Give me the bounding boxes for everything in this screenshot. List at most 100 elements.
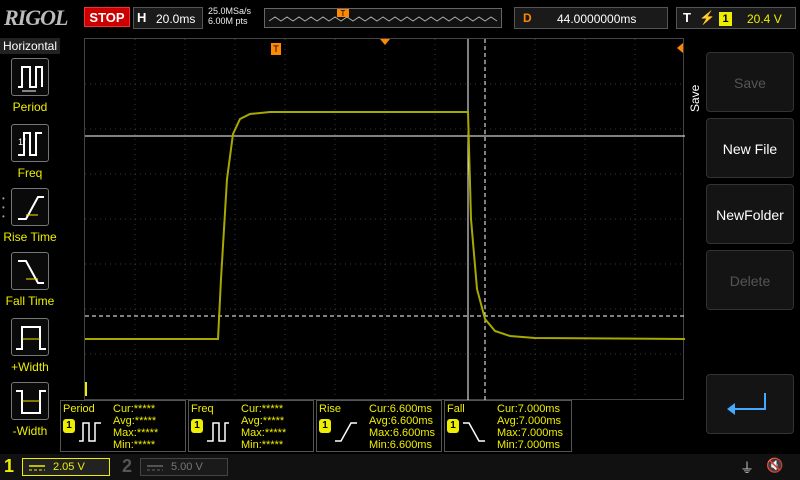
fall-time-icon: [463, 422, 485, 442]
delay-center-marker: [380, 39, 390, 45]
timebase-value: 20.0ms: [156, 12, 196, 26]
measurement-name: Rise: [319, 403, 342, 415]
measurement-stats: Cur:7.000ms Avg:7.000ms Max:7.000ms Min:…: [497, 403, 563, 451]
horizontal-label: H: [137, 10, 147, 25]
stat-min: Min:6.600ms: [369, 439, 432, 451]
stat-min: Min:7.000ms: [497, 439, 560, 451]
trigger-level: 20.4 V: [747, 12, 782, 26]
stat-max: Max:7.000ms: [497, 427, 564, 439]
stat-min: Min:*****: [241, 439, 284, 451]
sample-rate: 25.0MSa/s: [208, 6, 252, 16]
rise-time-icon: [335, 422, 357, 442]
channel-2-indicator[interactable]: 2 5.00 V: [118, 454, 230, 480]
rising-edge-icon: ⚡: [699, 10, 716, 25]
stat-max: Max:*****: [241, 427, 287, 439]
memory-depth: 6.00M pts: [208, 16, 248, 26]
measure-fall-time-button[interactable]: Fall Time: [0, 252, 60, 316]
dc-coupling-icon: [29, 465, 45, 471]
rise-time-icon: [11, 188, 49, 226]
period-icon: [11, 58, 49, 96]
svg-text:1/: 1/: [18, 137, 26, 147]
channel-2-number: 2: [122, 456, 133, 476]
channel-1-ground-marker: [85, 382, 87, 396]
stat-cur: Cur:*****: [241, 403, 284, 415]
speaker-muted-icon[interactable]: 🔇: [766, 457, 783, 474]
waveform-display[interactable]: T: [84, 38, 685, 401]
measurement-channel-badge: 1: [447, 419, 459, 433]
measure-pos-width-button[interactable]: +Width: [0, 318, 60, 382]
save-button[interactable]: Save: [706, 52, 794, 112]
channel-2-scale: 5.00 V: [171, 461, 203, 473]
measure-period-button[interactable]: Period: [0, 58, 60, 122]
channel-1-scale: 2.05 V: [53, 461, 85, 473]
svg-text:T: T: [341, 9, 346, 18]
stat-avg: Avg:*****: [241, 415, 285, 427]
measurement-name: Freq: [191, 403, 214, 415]
stat-cur: Cur:6.600ms: [369, 403, 432, 415]
dc-coupling-icon: [147, 465, 163, 471]
memory-overview-strip[interactable]: T: [264, 8, 502, 28]
measure-rise-time-button[interactable]: Rise Time: [0, 188, 60, 252]
new-folder-button[interactable]: NewFolder: [706, 184, 794, 244]
return-button[interactable]: [706, 374, 794, 434]
trigger-box[interactable]: T ⚡ 1 20.4 V: [676, 7, 796, 29]
stat-cur: Cur:7.000ms: [497, 403, 560, 415]
pos-width-label: +Width: [11, 360, 49, 374]
measure-freq-button[interactable]: 1/ Freq: [0, 124, 60, 188]
measurement-freq-box[interactable]: Freq 1 Cur:***** Avg:***** Max:***** Min…: [188, 400, 314, 452]
channel-2-scale-box: 5.00 V: [140, 458, 228, 476]
right-save-menu: Save Save New File NewFolder Delete: [688, 38, 800, 454]
measurement-rise-box[interactable]: Rise 1 Cur:6.600ms Avg:6.600ms Max:6.600…: [316, 400, 442, 452]
stat-cur: Cur:*****: [113, 403, 156, 415]
measurement-period-box[interactable]: Period 1 Cur:***** Avg:***** Max:***** M…: [60, 400, 186, 452]
frequency-icon: [207, 422, 229, 442]
frequency-icon: 1/: [11, 124, 49, 162]
run-stop-indicator[interactable]: STOP: [84, 7, 130, 27]
measurement-channel-badge: 1: [63, 419, 75, 433]
usb-icon: ⏚: [740, 460, 754, 476]
negative-width-icon: [11, 382, 49, 420]
trigger-channel-badge: 1: [719, 12, 732, 26]
stat-avg: Avg:*****: [113, 415, 157, 427]
waveform-grid-svg: T: [85, 39, 685, 401]
delete-button[interactable]: Delete: [706, 250, 794, 310]
new-file-button[interactable]: New File: [706, 118, 794, 178]
measurement-channel-badge: 1: [191, 419, 203, 433]
measurement-stats: Cur:***** Avg:***** Max:***** Min:*****: [241, 403, 286, 451]
fall-time-icon: [11, 252, 49, 290]
measurement-name: Period: [63, 403, 95, 415]
measurement-fall-box[interactable]: Fall 1 Cur:7.000ms Avg:7.000ms Max:7.000…: [444, 400, 572, 452]
fall-time-label: Fall Time: [5, 294, 55, 308]
top-status-bar: RIGOL STOP H 20.0ms 25.0MSa/s 6.00M pts …: [0, 0, 800, 38]
rigol-logo: RIGOL: [4, 5, 68, 30]
measurement-name: Fall: [447, 403, 465, 415]
save-menu-title: Save: [688, 84, 702, 112]
period-label: Period: [12, 100, 48, 114]
acquisition-info: 25.0MSa/s 6.00M pts: [208, 6, 251, 26]
stat-avg: Avg:6.600ms: [369, 415, 434, 427]
channel-1-indicator[interactable]: 1 2.05 V: [0, 454, 112, 480]
rise-time-label: Rise Time: [3, 230, 57, 244]
delay-box[interactable]: D 44.0000000ms: [514, 7, 668, 29]
positive-width-icon: [11, 318, 49, 356]
measurement-stats: Cur:***** Avg:***** Max:***** Min:*****: [113, 403, 158, 451]
neg-width-label: -Width: [12, 424, 48, 438]
memory-waveform-icon: T: [268, 9, 498, 22]
stat-avg: Avg:7.000ms: [497, 415, 562, 427]
stat-min: Min:*****: [113, 439, 156, 451]
measurement-channel-badge: 1: [319, 419, 331, 433]
measure-neg-width-button[interactable]: -Width: [0, 382, 60, 446]
stat-max: Max:*****: [113, 427, 159, 439]
return-arrow-icon: [727, 393, 766, 415]
left-measure-menu: Horizontal Period 1/ Freq • • • Rise Time …: [0, 38, 60, 454]
bottom-channel-bar: 1 2.05 V 2 5.00 V ⏚ 🔇: [0, 454, 800, 480]
freq-label: Freq: [17, 166, 43, 180]
timebase-box[interactable]: H 20.0ms: [133, 7, 203, 29]
channel-1-scale-box: 2.05 V: [22, 458, 110, 476]
channel-1-number: 1: [4, 456, 15, 476]
period-icon: [79, 422, 101, 442]
trigger-level-marker: [677, 43, 683, 53]
svg-text:T: T: [273, 44, 279, 54]
measurement-stats: Cur:6.600ms Avg:6.600ms Max:6.600ms Min:…: [369, 403, 435, 451]
delay-value: 44.0000000ms: [557, 12, 637, 26]
